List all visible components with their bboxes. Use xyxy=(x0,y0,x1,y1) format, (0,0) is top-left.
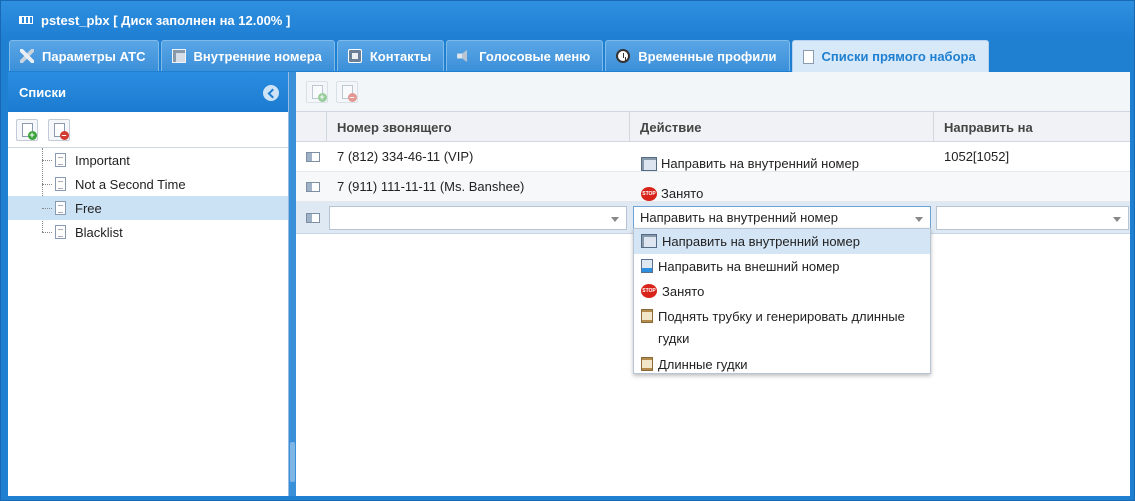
remove-list-button[interactable]: – xyxy=(48,118,70,141)
lists-panel-title: Списки xyxy=(19,84,66,100)
add-rule-button[interactable]: + xyxy=(306,80,328,103)
tab-voice-menus[interactable]: Голосовые меню xyxy=(446,40,604,71)
long-tones-icon xyxy=(641,357,653,371)
phone-forward-icon xyxy=(641,157,657,171)
tab-direct-dial-lists[interactable]: Списки прямого набора xyxy=(791,40,989,72)
action-cell: STOP Занято xyxy=(630,172,934,201)
column-header-caller[interactable]: Номер звонящего xyxy=(327,112,630,142)
stop-icon: STOP xyxy=(641,187,657,201)
list-file-icon xyxy=(55,153,66,167)
remove-rule-icon: – xyxy=(341,84,357,102)
tab-extensions[interactable]: Внутренние номера xyxy=(160,40,335,71)
list-item-important[interactable]: Important xyxy=(8,148,288,172)
list-file-icon xyxy=(55,177,66,191)
tab-content: Списки + – Important Not a Second Time F… xyxy=(8,72,1130,496)
external-phone-icon xyxy=(641,259,653,273)
contact-card-icon xyxy=(306,212,320,223)
target-cell xyxy=(934,172,1130,201)
tab-label: Списки прямого набора xyxy=(821,49,976,64)
dropdown-option-long-tones[interactable]: Длинные гудки xyxy=(634,352,930,377)
column-header-target[interactable]: Направить на xyxy=(934,112,1130,142)
rules-toolbar: + – xyxy=(296,72,1130,112)
chevron-down-icon[interactable] xyxy=(611,216,619,222)
tab-label: Внутренние номера xyxy=(193,48,322,64)
action-label: Занято xyxy=(661,186,704,201)
target-combo[interactable] xyxy=(936,205,1129,230)
tab-contacts[interactable]: Контакты xyxy=(336,40,445,71)
title-bar: pstest_pbx [ Диск заполнен на 12.00% ] xyxy=(1,1,1134,39)
list-file-icon xyxy=(55,225,66,239)
phone-forward-icon xyxy=(641,234,657,248)
target-cell: 1052[1052] xyxy=(944,149,1010,164)
list-item-free[interactable]: Free xyxy=(8,196,288,220)
row-icon-cell xyxy=(296,172,327,201)
window-title: pstest_pbx [ Диск заполнен на 12.00% ] xyxy=(41,12,291,28)
tools-icon xyxy=(20,49,34,63)
splitter-grip[interactable] xyxy=(290,442,295,482)
add-rule-icon: + xyxy=(311,84,327,102)
dropdown-option-busy[interactable]: STOP Занято xyxy=(634,279,930,304)
tab-label: Временные профили xyxy=(638,48,777,64)
table-row[interactable]: 7 (812) 334-46-11 (VIP) Направить на вну… xyxy=(296,142,1130,172)
phones-icon xyxy=(171,49,186,63)
long-tones-icon xyxy=(641,309,653,323)
option-label: Поднять трубку и генерировать длинные гу… xyxy=(658,309,905,346)
panel-splitter[interactable] xyxy=(289,72,296,496)
tab-bar: Параметры АТС Внутренние номера Контакты… xyxy=(9,40,991,72)
column-header-action[interactable]: Действие xyxy=(630,112,934,142)
stop-icon: STOP xyxy=(641,284,657,298)
dropdown-option-answer-long-tones[interactable]: Поднять трубку и генерировать длинные гу… xyxy=(634,304,930,352)
clock-icon xyxy=(616,49,631,63)
document-icon xyxy=(802,49,814,64)
row-icon-cell xyxy=(296,142,327,171)
contact-card-icon xyxy=(306,151,320,162)
contacts-icon xyxy=(347,49,362,63)
dropdown-option-external[interactable]: Направить на внешний номер xyxy=(634,254,930,279)
action-cell: Направить на внутренний номер xyxy=(630,142,934,171)
grid-header: Номер звонящего Действие Направить на xyxy=(296,112,1130,142)
chevron-down-icon[interactable] xyxy=(1113,216,1121,222)
table-row[interactable]: 7 (911) 111-11-11 (Ms. Banshee) STOP Зан… xyxy=(296,172,1130,202)
server-icon xyxy=(19,16,33,24)
contact-card-icon xyxy=(306,181,320,192)
chevron-down-icon[interactable] xyxy=(915,216,923,222)
list-item-label: Important xyxy=(75,152,130,168)
lists-panel: Списки + – Important Not a Second Time F… xyxy=(8,72,289,496)
list-item-not-a-second-time[interactable]: Not a Second Time xyxy=(8,172,288,196)
tab-pbx-settings[interactable]: Параметры АТС xyxy=(9,40,159,71)
speaker-icon xyxy=(457,50,467,62)
action-dropdown-list: Направить на внутренний номер Направить … xyxy=(633,228,931,374)
caller-combo[interactable] xyxy=(329,205,627,230)
action-combo[interactable]: Направить на внутренний номер xyxy=(633,205,931,230)
option-label: Длинные гудки xyxy=(658,357,748,372)
dropdown-option-internal[interactable]: Направить на внутренний номер xyxy=(634,229,930,254)
row-icon-cell xyxy=(296,202,327,233)
lists-panel-header: Списки xyxy=(8,72,288,112)
list-item-label: Blacklist xyxy=(75,224,123,240)
list-item-blacklist[interactable]: Blacklist xyxy=(8,220,288,244)
caller-cell: 7 (911) 111-11-11 (Ms. Banshee) xyxy=(337,179,525,194)
tab-label: Голосовые меню xyxy=(479,48,591,64)
list-file-icon xyxy=(55,201,66,215)
add-list-button[interactable]: + xyxy=(16,118,38,141)
tab-label: Параметры АТС xyxy=(42,48,146,64)
app-window: pstest_pbx [ Диск заполнен на 12.00% ] П… xyxy=(0,0,1135,501)
add-list-icon: + xyxy=(21,122,37,140)
list-item-label: Not a Second Time xyxy=(75,176,186,192)
column-header-icon xyxy=(296,112,327,142)
collapse-panel-icon[interactable] xyxy=(263,85,279,101)
lists-toolbar: + – xyxy=(8,112,288,148)
action-label: Направить на внутренний номер xyxy=(661,156,859,171)
lists-tree: Important Not a Second Time Free Blackli… xyxy=(8,148,288,244)
tab-label: Контакты xyxy=(369,48,432,64)
option-label: Направить на внутренний номер xyxy=(662,234,860,249)
option-label: Занято xyxy=(662,284,705,299)
list-item-label: Free xyxy=(75,200,102,216)
caller-cell: 7 (812) 334-46-11 (VIP) xyxy=(337,149,474,164)
remove-list-icon: – xyxy=(53,122,69,140)
action-combo-value: Направить на внутренний номер xyxy=(640,210,838,225)
option-label: Направить на внешний номер xyxy=(658,259,840,274)
tab-time-profiles[interactable]: Временные профили xyxy=(605,40,790,71)
remove-rule-button[interactable]: – xyxy=(336,80,358,103)
